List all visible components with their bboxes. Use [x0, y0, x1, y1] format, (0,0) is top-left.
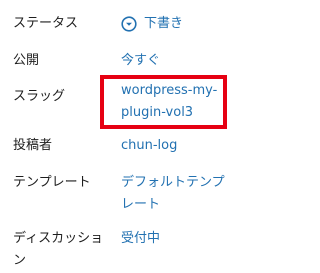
publish-label: 公開 [13, 53, 40, 68]
discussion-value-link[interactable]: 受付中 [121, 228, 160, 250]
highlight-annotation-box [100, 75, 227, 129]
slug-label: スラッグ [13, 89, 66, 104]
template-value-line: レート [121, 197, 161, 212]
status-value: 下書き [144, 16, 184, 31]
author-label: 投稿者 [13, 138, 53, 153]
status-toggle[interactable]: 下書き [121, 13, 183, 35]
discussion-label-line: ディスカッショ [13, 231, 104, 246]
template-value-line: デフォルトテンプ [121, 175, 225, 190]
chevron-down-circle-icon [121, 16, 137, 32]
discussion-label-line: ン [13, 253, 27, 268]
author-value-link[interactable]: chun-log [121, 135, 177, 157]
discussion-label: ディスカッショ ン [13, 228, 103, 272]
status-label: ステータス [13, 16, 79, 31]
publish-value-link[interactable]: 今すぐ [121, 50, 160, 72]
template-label: テンプレート [13, 175, 91, 190]
template-value-link[interactable]: デフォルトテンプ レート [121, 172, 225, 216]
